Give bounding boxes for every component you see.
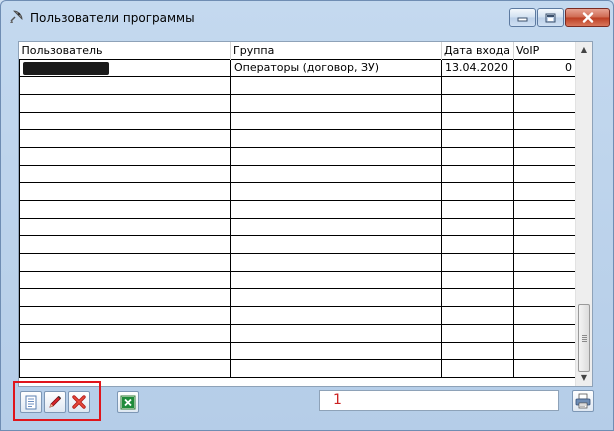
empty-row[interactable] (19, 200, 576, 219)
delete-user-button[interactable] (68, 391, 90, 413)
empty-row[interactable] (19, 94, 576, 113)
print-button[interactable] (572, 390, 594, 412)
close-icon (582, 12, 593, 23)
empty-row[interactable] (19, 112, 576, 131)
empty-row[interactable] (19, 271, 576, 290)
redacted-username (23, 61, 109, 75)
column-header-user[interactable]: Пользователь (19, 42, 231, 59)
export-excel-button[interactable] (117, 391, 139, 413)
scroll-down-icon[interactable]: ▼ (579, 373, 589, 383)
empty-row[interactable] (19, 129, 576, 148)
empty-row[interactable] (19, 324, 576, 343)
add-user-button[interactable] (20, 391, 42, 413)
scroll-up-icon[interactable]: ▲ (579, 45, 589, 55)
empty-row[interactable] (19, 306, 576, 325)
cell-group[interactable]: Операторы (договор, ЗУ) (230, 58, 442, 78)
empty-row[interactable] (19, 76, 576, 95)
empty-row[interactable] (19, 165, 576, 184)
empty-row[interactable] (19, 288, 576, 308)
empty-row[interactable] (19, 235, 576, 255)
title-bar[interactable]: Пользователи программы (1, 1, 613, 33)
close-button[interactable] (565, 8, 610, 27)
empty-row[interactable] (19, 359, 576, 378)
empty-row[interactable] (19, 218, 576, 237)
maximize-button[interactable] (537, 8, 564, 27)
cell-user[interactable] (19, 58, 231, 78)
minimize-icon (517, 17, 528, 22)
window-title: Пользователи программы (30, 11, 195, 25)
scrollbar-thumb[interactable] (578, 304, 590, 372)
cell-login-date[interactable]: 13.04.2020 (441, 58, 514, 78)
vertical-scrollbar[interactable]: ▲ ▼ (575, 42, 592, 386)
edit-user-button[interactable] (44, 391, 66, 413)
maximize-icon (545, 13, 556, 22)
delete-x-icon (72, 395, 86, 409)
users-grid[interactable]: Пользователь Группа Дата входа VoIP Опер… (18, 41, 593, 387)
column-header-voip[interactable]: VoIP (513, 42, 576, 59)
excel-export-icon (120, 395, 136, 409)
table-row[interactable]: Операторы (договор, ЗУ) 13.04.2020 0 (19, 58, 576, 78)
minimize-button[interactable] (509, 8, 536, 27)
column-header-group[interactable]: Группа (230, 42, 442, 59)
cell-voip[interactable]: 0 (513, 58, 576, 78)
new-document-icon (25, 395, 37, 409)
empty-row[interactable] (19, 253, 576, 272)
satellite-dish-icon (8, 9, 24, 25)
record-count-field[interactable]: 1 (319, 390, 559, 411)
pencil-icon (49, 395, 62, 408)
empty-row[interactable] (19, 147, 576, 166)
program-users-window: Пользователи программы Пользователь Груп… (0, 0, 614, 431)
empty-row[interactable] (19, 182, 576, 201)
printer-icon (575, 393, 591, 409)
column-header-login-date[interactable]: Дата входа (441, 42, 514, 59)
empty-row[interactable] (19, 342, 576, 361)
